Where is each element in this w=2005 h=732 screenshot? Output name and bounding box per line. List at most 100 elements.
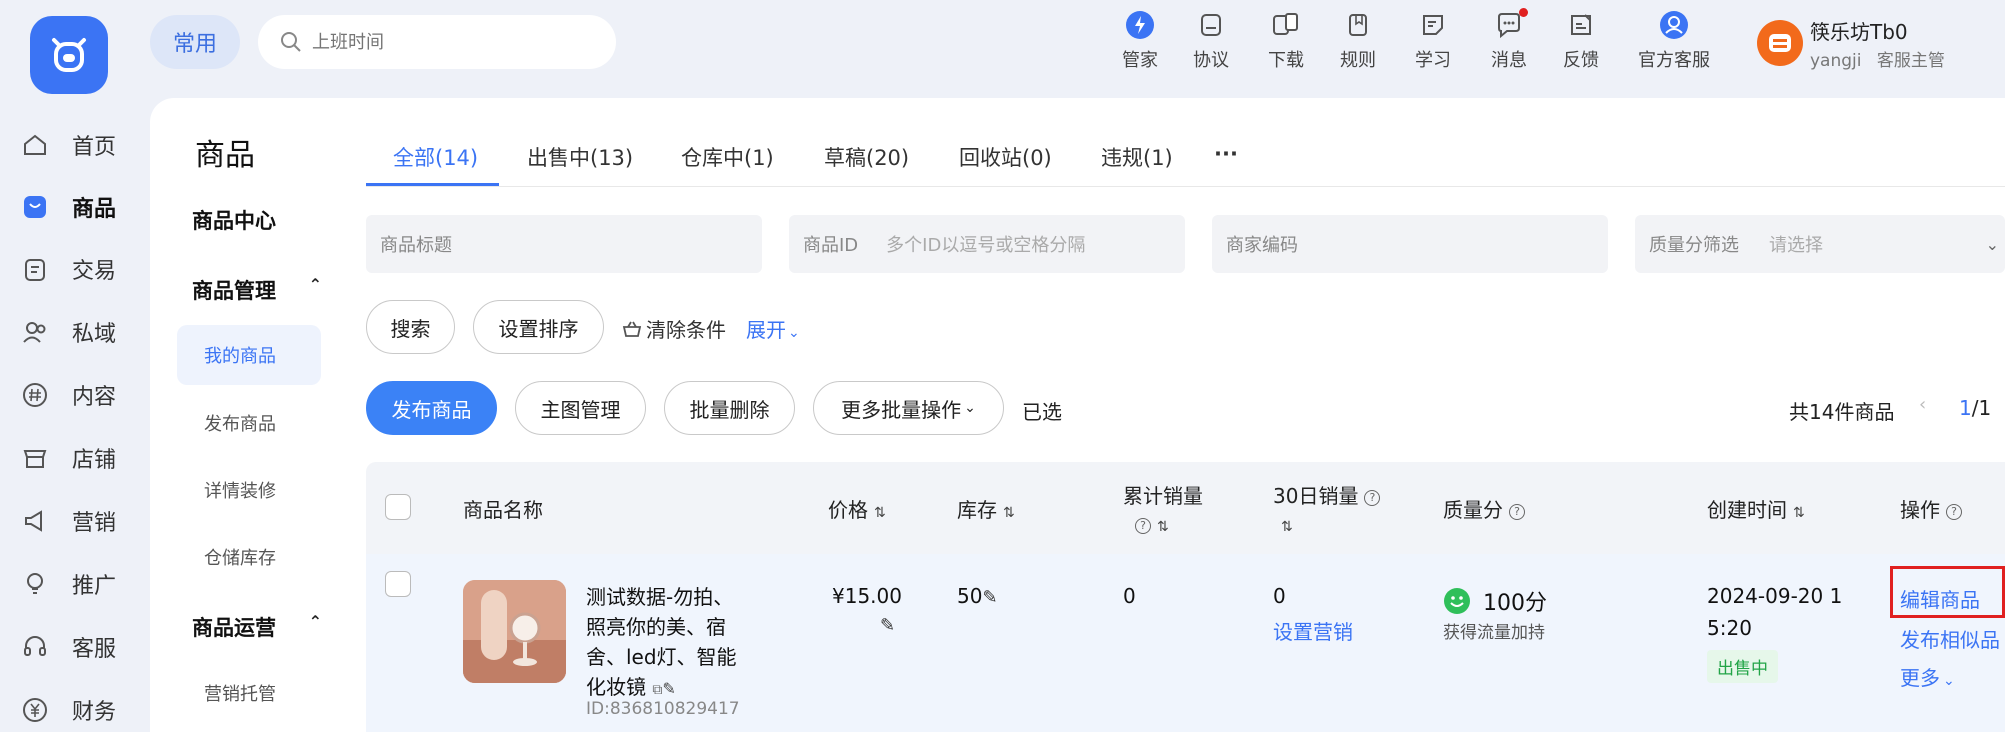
subnav-item-my-products[interactable]: 我的商品	[204, 342, 276, 368]
product-stock[interactable]: 50✎	[957, 584, 998, 608]
clipboard-icon	[20, 254, 50, 284]
rail-item-content[interactable]: 内容	[0, 365, 150, 425]
shop-avatar-icon	[1769, 34, 1791, 52]
clear-conditions-button[interactable]: 清除条件	[622, 314, 726, 343]
tool-label: 消息	[1491, 50, 1527, 71]
tab-active-indicator	[366, 183, 499, 186]
filter-quality[interactable]: 质量分筛选 请选择 ⌄	[1635, 215, 2005, 273]
expand-label: 展开	[746, 318, 786, 342]
help-icon[interactable]: ?	[1364, 489, 1381, 506]
product-title[interactable]: 测试数据-勿拍、照亮你的美、宿舍、led灯、智能化妆镜 ⧉✎	[586, 582, 746, 705]
th-stock-label: 库存	[957, 498, 997, 522]
headset-icon	[20, 632, 50, 662]
sort-icon: ⇅	[1793, 505, 1805, 521]
filter-title[interactable]: 商品标题	[366, 215, 762, 273]
tab-violation[interactable]: 违规(1)	[1101, 142, 1173, 172]
th-total-sales-label: 累计销量	[1123, 484, 1203, 508]
set-sort-button[interactable]: 设置排序	[473, 300, 604, 354]
more-ops-link[interactable]: 更多 ⌄	[1900, 662, 1955, 691]
subnav-item-marketing-host[interactable]: 营销托管	[204, 680, 276, 706]
row-checkbox[interactable]	[385, 571, 411, 597]
help-icon[interactable]: ?	[1135, 517, 1151, 534]
prev-page-icon[interactable]: ‹	[1919, 394, 1926, 415]
rail-item-promotion[interactable]: 推广	[0, 554, 150, 614]
subnav-item-detail-decor[interactable]: 详情装修	[204, 477, 276, 503]
book-icon	[1343, 10, 1373, 40]
tool-manager[interactable]: 管家	[1122, 10, 1158, 76]
user-account-line: yangji 客服主管	[1810, 46, 1945, 71]
rail-item-home[interactable]: 首页	[0, 115, 150, 175]
tool-messages[interactable]: 消息	[1491, 8, 1528, 76]
main-image-button[interactable]: 主图管理	[515, 381, 646, 435]
help-icon[interactable]: ?	[1509, 503, 1525, 520]
stock-value: 50	[957, 584, 983, 608]
tool-official-support[interactable]: 官方客服	[1638, 10, 1710, 76]
tool-feedback[interactable]: 反馈	[1563, 10, 1599, 76]
tool-rules[interactable]: 规则	[1340, 10, 1376, 76]
subnav-product-center[interactable]: 商品中心	[192, 205, 276, 235]
batch-delete-button[interactable]: 批量删除	[664, 381, 795, 435]
subnav-group-label: 商品管理	[192, 279, 276, 303]
edit-icon[interactable]: ✎	[662, 679, 675, 698]
select-all-checkbox[interactable]	[385, 494, 411, 520]
sort-icon: ⇅	[1281, 519, 1293, 535]
publish-similar-link[interactable]: 发布相似品	[1900, 624, 2000, 653]
edit-stock-icon[interactable]: ✎	[982, 587, 997, 608]
edit-price-icon[interactable]: ✎	[880, 615, 895, 636]
th-created[interactable]: 创建时间 ⇅	[1707, 494, 1805, 523]
rail-item-marketing[interactable]: 营销	[0, 491, 150, 551]
filter-id[interactable]: 商品ID 多个ID以逗号或空格分隔	[789, 215, 1185, 273]
more-batch-label: 更多批量操作	[841, 397, 962, 422]
rail-item-private[interactable]: 私域	[0, 302, 150, 362]
chevron-down-icon: ⌄	[1985, 234, 1999, 254]
subnav-item-publish[interactable]: 发布商品	[204, 410, 276, 436]
rail-item-service[interactable]: 客服	[0, 617, 150, 677]
copy-icon[interactable]: ⧉	[652, 682, 662, 698]
help-icon[interactable]: ?	[1946, 503, 1962, 520]
lightning-icon	[1125, 10, 1155, 40]
th-total-sales[interactable]: 累计销量 ? ⇅	[1123, 482, 1203, 541]
filter-quality-placeholder: 请选择	[1769, 235, 1823, 256]
tab-draft[interactable]: 草稿(20)	[824, 142, 909, 172]
tab-on-sale[interactable]: 出售中(13)	[527, 142, 633, 172]
tool-agreement[interactable]: 协议	[1193, 10, 1229, 76]
subnav-group-management[interactable]: 商品管理 ⌃	[192, 275, 322, 305]
expand-toggle[interactable]: 展开 ⌄	[746, 314, 800, 343]
rail-item-trade[interactable]: 交易	[0, 239, 150, 299]
th-stock[interactable]: 库存 ⇅	[957, 494, 1015, 523]
filter-code[interactable]: 商家编码	[1212, 215, 1608, 273]
set-marketing-link[interactable]: 设置营销	[1273, 616, 1353, 645]
tab-more[interactable]: ···	[1214, 142, 1238, 166]
th-price[interactable]: 价格 ⇅	[828, 494, 886, 523]
user-account: yangji	[1810, 51, 1862, 71]
more-batch-button[interactable]: 更多批量操作 ⌄	[813, 381, 1004, 435]
bag-icon	[20, 192, 50, 222]
tab-warehouse[interactable]: 仓库中(1)	[681, 142, 774, 172]
megaphone-icon	[20, 506, 50, 536]
product-thumbnail[interactable]	[463, 580, 566, 683]
tool-learning[interactable]: 学习	[1415, 10, 1451, 76]
common-button[interactable]: 常用	[150, 15, 240, 69]
subnav-item-warehouse[interactable]: 仓储库存	[204, 544, 276, 570]
avatar[interactable]	[1757, 20, 1803, 66]
app-logo[interactable]	[30, 16, 108, 94]
tool-download[interactable]: 下载	[1268, 10, 1304, 76]
global-search[interactable]	[258, 15, 616, 69]
tab-recycle[interactable]: 回收站(0)	[959, 142, 1052, 172]
subnav-group-operations[interactable]: 商品运营 ⌃	[192, 612, 322, 642]
user-role: 客服主管	[1876, 51, 1945, 71]
publish-product-button[interactable]: 发布商品	[366, 381, 497, 435]
product-30day-sales: 0	[1273, 584, 1286, 608]
rail-item-label: 客服	[72, 637, 117, 662]
th-30day-sales[interactable]: 30日销量? ⇅	[1273, 482, 1381, 541]
user-name[interactable]: 筷乐坊Tb0	[1810, 16, 1908, 45]
search-input[interactable]	[312, 31, 592, 53]
rail-item-products[interactable]: 商品	[0, 177, 150, 237]
rail-item-store[interactable]: 店铺	[0, 428, 150, 488]
page-current[interactable]: 1	[1959, 396, 1972, 420]
rail-item-finance[interactable]: 财务	[0, 680, 150, 732]
tab-all[interactable]: 全部(14)	[393, 142, 478, 172]
devices-icon	[1271, 10, 1301, 40]
search-button[interactable]: 搜索	[366, 300, 455, 354]
tool-label: 官方客服	[1638, 50, 1710, 71]
